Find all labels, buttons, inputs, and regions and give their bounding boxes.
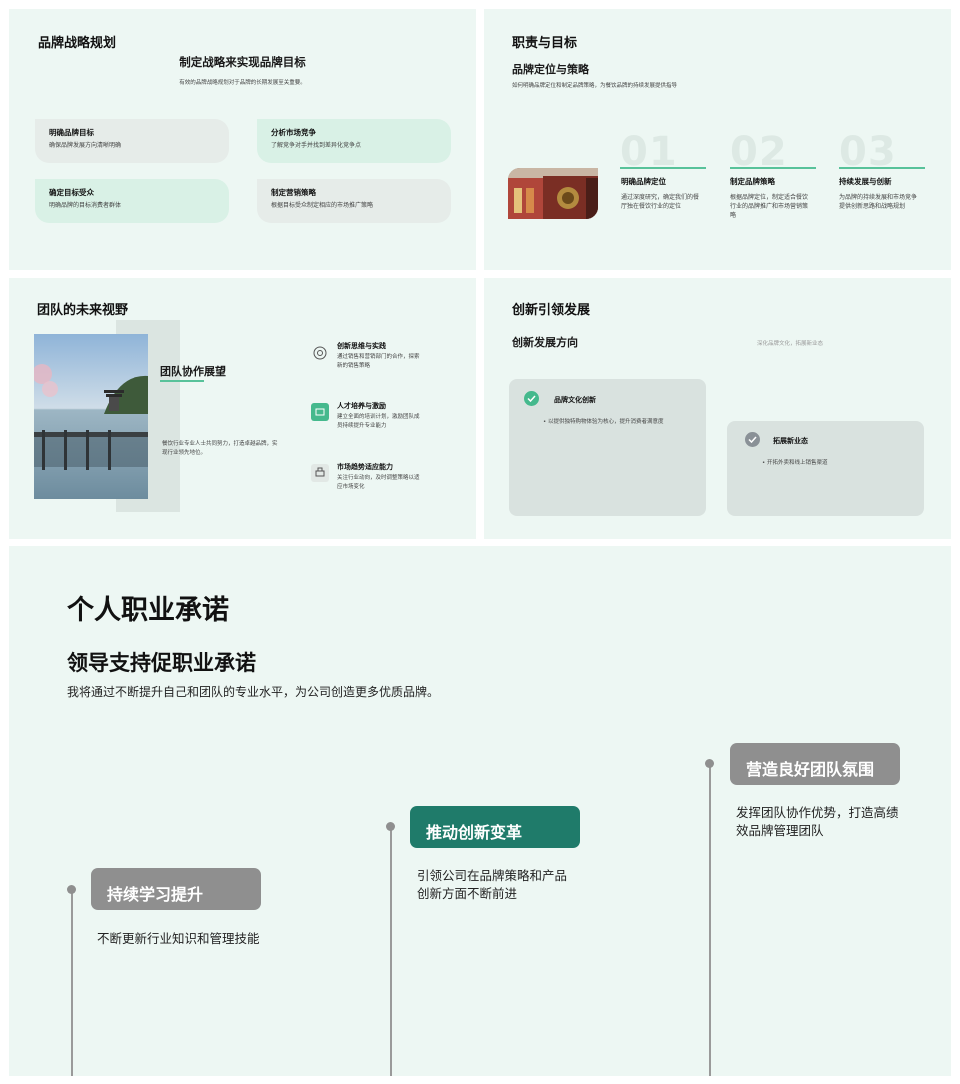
card-desc: 明确品牌的目标消费者群体 — [49, 202, 122, 209]
timeline-line — [71, 890, 73, 1076]
slide-duties-goals: 职责与目标 品牌定位与策略 如何明确品牌定位和制定品牌策略，为餐饮品牌的持续发展… — [484, 9, 951, 270]
item-title: 人才培养与激励 — [337, 402, 386, 410]
divider — [620, 167, 706, 169]
slide-brand-strategy: 品牌战略规划 制定战略来实现品牌目标 有效的品牌战略规划对于品牌的长期发展至关重… — [9, 9, 476, 270]
item-desc: 关注行业动向，及时调整策略以适应市场变化 — [337, 475, 420, 490]
card-title: 明确品牌目标 — [49, 128, 94, 137]
item-desc: 通过销售和营销部门的合作，探索新的销售策略 — [337, 354, 420, 369]
slide-heading: 领导支持促职业承诺 — [67, 651, 256, 675]
card-desc: 根据目标受众制定相应的市场推广策略 — [271, 202, 374, 209]
direction-panel: 拓展新业态 • 开拓外卖和线上销售渠道 — [727, 421, 924, 516]
card-desc: 确保品牌发展方向清晰明确 — [49, 142, 122, 149]
bullet-text: 开拓外卖和线上销售渠道 — [767, 460, 828, 466]
slide-team-vision: 团队的未来视野 团队协作展望 餐饮行业专业人士共同努力，打造卓越品牌，实现行业领… — [9, 278, 476, 539]
card-title: 制定营销策略 — [271, 188, 316, 197]
card-desc: 了解竞争对手并找到差异化竞争点 — [271, 142, 362, 149]
strategy-card: 确定目标受众 明确品牌的目标消费者群体 — [35, 179, 229, 223]
restaurant-photo — [508, 168, 598, 219]
strategy-card: 明确品牌目标 确保品牌发展方向清晰明确 — [35, 119, 229, 163]
slide-title: 品牌战略规划 — [38, 36, 117, 51]
timeline-dot — [386, 822, 395, 831]
bullet-text: 以提供独特购物体验为核心，提升消费者满意度 — [548, 419, 664, 425]
divider — [730, 167, 816, 169]
timeline-line — [390, 827, 392, 1076]
item-title: 明确品牌定位 — [621, 177, 666, 186]
item-title: 市场趋势适应能力 — [337, 463, 393, 471]
slide-subtitle: 如何明确品牌定位和制定品牌策略，为餐饮品牌的持续发展提供指导 — [512, 83, 678, 89]
item-title: 制定品牌策略 — [730, 177, 775, 186]
step-tag: 营造良好团队氛围 — [730, 743, 900, 785]
step-desc: 引领公司在品牌策略和产品创新方面不断前进 — [417, 868, 568, 901]
slide-title: 个人职业承诺 — [67, 595, 229, 626]
slide-innovation: 创新引领发展 创新发展方向 深化品牌文化，拓展新业态 品牌文化创新 • 以提供独… — [484, 278, 951, 539]
item-desc: 根据品牌定位，制定适合餐饮行业的品牌推广和市场营销策略 — [730, 194, 809, 219]
item-desc: 通过深度研究，确定我们的餐厅独在餐饮行业的定位 — [621, 194, 700, 210]
slide-title: 团队的未来视野 — [37, 303, 129, 318]
people-icon — [311, 403, 329, 421]
direction-panel: 品牌文化创新 • 以提供独特购物体验为核心，提升消费者满意度 — [509, 379, 706, 516]
slide-heading: 创新发展方向 — [512, 336, 578, 349]
panel-title: 拓展新业态 — [773, 437, 808, 445]
step-desc: 发挥团队协作优势，打造高绩效品牌管理团队 — [736, 805, 899, 838]
timeline-line — [709, 764, 711, 1076]
body-text: 餐饮行业专业人士共同努力，打造卓越品牌，实现行业领先地位。 — [162, 441, 278, 456]
timeline-dot — [67, 885, 76, 894]
timeline-dot — [705, 759, 714, 768]
item-desc: 建立全面的培训计划，激励团队成员持续提升专业能力 — [337, 414, 420, 429]
panel-bullet: • 以提供独特购物体验为核心，提升消费者满意度 — [543, 419, 664, 425]
divider — [839, 167, 925, 169]
lightbulb-icon — [311, 344, 329, 362]
printer-icon — [311, 464, 329, 482]
panel-bullet: • 开拓外卖和线上销售渠道 — [762, 460, 828, 466]
slide-career-commitment: 个人职业承诺 领导支持促职业承诺 我将通过不断提升自己和团队的专业水平，为公司创… — [9, 546, 951, 1076]
card-title: 分析市场竞争 — [271, 128, 316, 137]
step-tag: 推动创新变革 — [410, 806, 580, 848]
subheading: 团队协作展望 — [160, 365, 226, 378]
note-text: 深化品牌文化，拓展新业态 — [757, 341, 824, 347]
check-icon — [745, 432, 760, 447]
slide-subtitle: 我将通过不断提升自己和团队的专业水平，为公司创造更多优质品牌。 — [67, 685, 440, 699]
lake-pavilion-photo — [34, 334, 148, 499]
panel-title: 品牌文化创新 — [554, 396, 596, 404]
slide-title: 职责与目标 — [512, 36, 578, 51]
card-title: 确定目标受众 — [49, 188, 94, 197]
check-icon — [524, 391, 539, 406]
item-title: 创新思维与实践 — [337, 342, 386, 350]
item-title: 持续发展与创新 — [839, 177, 892, 186]
divider — [160, 380, 204, 382]
slide-heading: 制定战略来实现品牌目标 — [179, 55, 306, 69]
item-desc: 为品牌的持续发展和市场竞争提供创新思路和战略规划 — [839, 194, 918, 210]
strategy-card: 制定营销策略 根据目标受众制定相应的市场推广策略 — [257, 179, 451, 223]
slide-heading: 品牌定位与策略 — [512, 63, 589, 76]
step-desc: 不断更新行业知识和管理技能 — [97, 931, 260, 946]
strategy-card: 分析市场竞争 了解竞争对手并找到差异化竞争点 — [257, 119, 451, 163]
slide-title: 创新引领发展 — [512, 303, 591, 318]
slide-subtitle: 有效的品牌战略规划对于品牌的长期发展至关重要。 — [179, 80, 306, 86]
step-tag: 持续学习提升 — [91, 868, 261, 910]
